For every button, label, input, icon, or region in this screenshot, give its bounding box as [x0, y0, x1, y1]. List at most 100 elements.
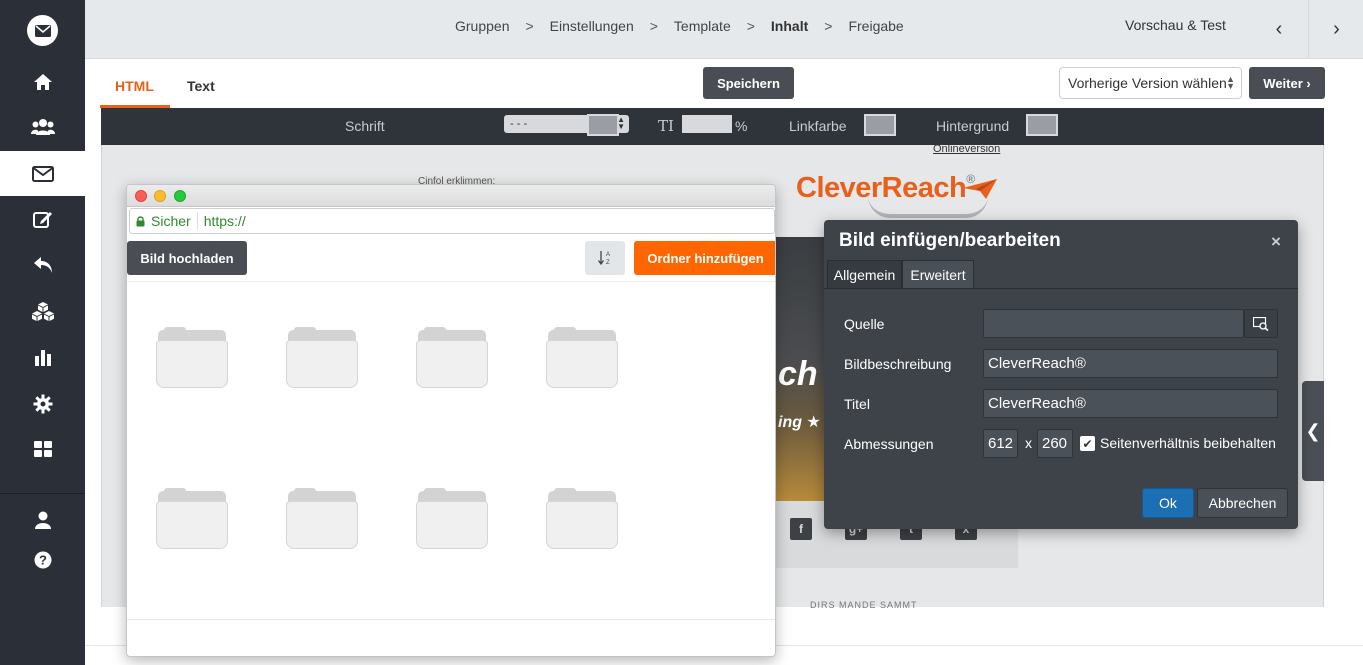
dimension-times: x	[1025, 435, 1032, 451]
window-minimize-dot[interactable]	[154, 190, 166, 202]
breadcrumb-step-template[interactable]: Template	[674, 18, 731, 34]
title-input[interactable]: CleverReach®	[983, 389, 1278, 418]
breadcrumb-step-release[interactable]: Freigabe	[848, 18, 903, 34]
select-updown-icon: ▲ ▼	[1226, 74, 1235, 91]
description-label: Bildbeschreibung	[844, 356, 952, 372]
sidebar-item-autoresponder[interactable]	[0, 242, 85, 287]
cancel-button[interactable]: Abbrechen	[1197, 488, 1288, 518]
footer-faint-text: DIRS MANDE SAMMT	[810, 600, 918, 610]
close-icon[interactable]: ×	[1271, 232, 1281, 252]
folder-item[interactable]	[156, 327, 228, 390]
folder-item[interactable]	[286, 327, 358, 390]
keep-ratio-label[interactable]: Seitenverhältnis beibehalten	[1100, 435, 1276, 451]
hero-subtext: ing ★	[778, 414, 821, 431]
sidebar-item-integrations[interactable]	[0, 288, 85, 333]
tab-general[interactable]: Allgemein	[827, 260, 902, 289]
text-size-unit: %	[735, 118, 748, 134]
sidebar-item-editor[interactable]	[0, 196, 85, 241]
breadcrumb-step-groups[interactable]: Gruppen	[455, 18, 509, 34]
text-size-input[interactable]	[682, 115, 732, 133]
ok-button[interactable]: Ok	[1142, 488, 1194, 518]
font-color-swatch[interactable]	[587, 114, 619, 136]
folder-item[interactable]	[546, 488, 618, 551]
height-input[interactable]: 260	[1037, 429, 1073, 458]
sidebar-item-reports[interactable]	[0, 334, 85, 379]
preview-test-link[interactable]: Vorschau & Test	[1125, 17, 1226, 33]
app-logo[interactable]	[27, 15, 58, 46]
width-input[interactable]: 612	[983, 429, 1018, 458]
folder-item[interactable]	[546, 327, 618, 390]
breadcrumb-separator: >	[649, 18, 658, 34]
browse-button[interactable]	[1244, 309, 1278, 338]
reply-icon	[33, 256, 52, 273]
previous-version-select[interactable]: Vorherige Version wählen ▲ ▼	[1059, 67, 1242, 99]
link-color-swatch[interactable]	[864, 114, 896, 136]
svg-text:A: A	[606, 252, 610, 258]
text-size-icon: TI	[658, 117, 674, 135]
save-button[interactable]: Speichern	[703, 67, 794, 99]
breadcrumb-step-settings[interactable]: Einstellungen	[550, 18, 634, 34]
sidebar-item-settings[interactable]	[0, 381, 85, 426]
font-size-input[interactable]	[534, 115, 584, 133]
logo-swoosh	[868, 196, 988, 218]
sidebar: ?	[0, 0, 85, 665]
previous-version-select-value: Vorherige Version wählen	[1068, 75, 1227, 91]
upload-image-button[interactable]: Bild hochladen	[127, 241, 247, 275]
source-input[interactable]	[983, 309, 1244, 338]
folder-item[interactable]	[156, 488, 228, 551]
address-bar[interactable]: Sicher https://	[129, 208, 775, 234]
top-bar: Gruppen > Einstellungen > Template > Inh…	[85, 0, 1363, 59]
sidebar-item-help[interactable]: ?	[0, 537, 85, 582]
svg-text:?: ?	[39, 552, 47, 567]
browse-image-icon	[1253, 316, 1269, 331]
folder-item[interactable]	[416, 488, 488, 551]
next-button[interactable]: Weiter ›	[1249, 67, 1325, 99]
sidebar-item-home[interactable]	[0, 59, 85, 104]
tab-advanced[interactable]: Erweitert	[902, 260, 974, 289]
window-maximize-dot[interactable]	[174, 190, 186, 202]
chevron-left-icon: ❮	[1305, 420, 1321, 441]
sidebar-item-account[interactable]	[0, 497, 85, 542]
title-label: Titel	[844, 396, 870, 412]
font-label: Schrift	[345, 118, 385, 134]
editor-toolbar: Schrift - - - ▲ ▼ TI % Linkfarbe Hintergr…	[101, 108, 1324, 145]
sort-alpha-icon: AZ	[598, 251, 610, 266]
mail-icon	[34, 24, 51, 37]
chevron-left-icon: ‹	[1275, 17, 1283, 40]
envelope-icon	[31, 165, 54, 182]
breadcrumb-separator: >	[824, 18, 833, 34]
bar-chart-icon	[34, 349, 51, 366]
folder-item[interactable]	[416, 327, 488, 390]
facebook-icon[interactable]: f	[790, 518, 812, 540]
add-folder-button[interactable]: Ordner hinzufügen	[634, 241, 775, 275]
secure-label: Sicher	[151, 213, 191, 229]
chevron-right-icon: ›	[1333, 17, 1340, 40]
prev-step-button[interactable]: ‹	[1251, 0, 1307, 58]
tab-html[interactable]: HTML	[115, 78, 154, 94]
breadcrumb-step-content[interactable]: Inhalt	[771, 18, 808, 34]
gear-icon	[33, 394, 52, 413]
next-step-button[interactable]: ›	[1308, 0, 1363, 58]
tab-text[interactable]: Text	[187, 78, 215, 94]
online-version-link[interactable]: Onlineversion	[933, 143, 1000, 155]
sidebar-item-apps[interactable]	[0, 426, 85, 471]
url-text: https://	[203, 213, 246, 229]
link-color-label: Linkfarbe	[789, 118, 847, 134]
checkmark-icon: ✔	[1082, 436, 1093, 451]
sidebar-divider	[0, 493, 85, 494]
description-input[interactable]: CleverReach®	[983, 349, 1278, 378]
background-color-swatch[interactable]	[1026, 114, 1058, 136]
address-separator	[196, 212, 198, 230]
background-label: Hintergrund	[936, 118, 1010, 134]
dialog-title: Bild einfügen/bearbeiten	[839, 230, 1061, 251]
lock-icon	[136, 215, 145, 226]
sidebar-item-groups[interactable]	[0, 104, 85, 149]
window-close-dot[interactable]	[135, 190, 147, 202]
side-panel-toggle[interactable]: ❮	[1302, 381, 1324, 481]
dimensions-label: Abmessungen	[844, 436, 934, 452]
keep-ratio-checkbox[interactable]: ✔	[1080, 436, 1095, 451]
help-icon: ?	[34, 551, 51, 568]
sidebar-item-mailings[interactable]	[0, 151, 85, 196]
sort-button[interactable]: AZ	[585, 241, 625, 275]
folder-item[interactable]	[286, 488, 358, 551]
